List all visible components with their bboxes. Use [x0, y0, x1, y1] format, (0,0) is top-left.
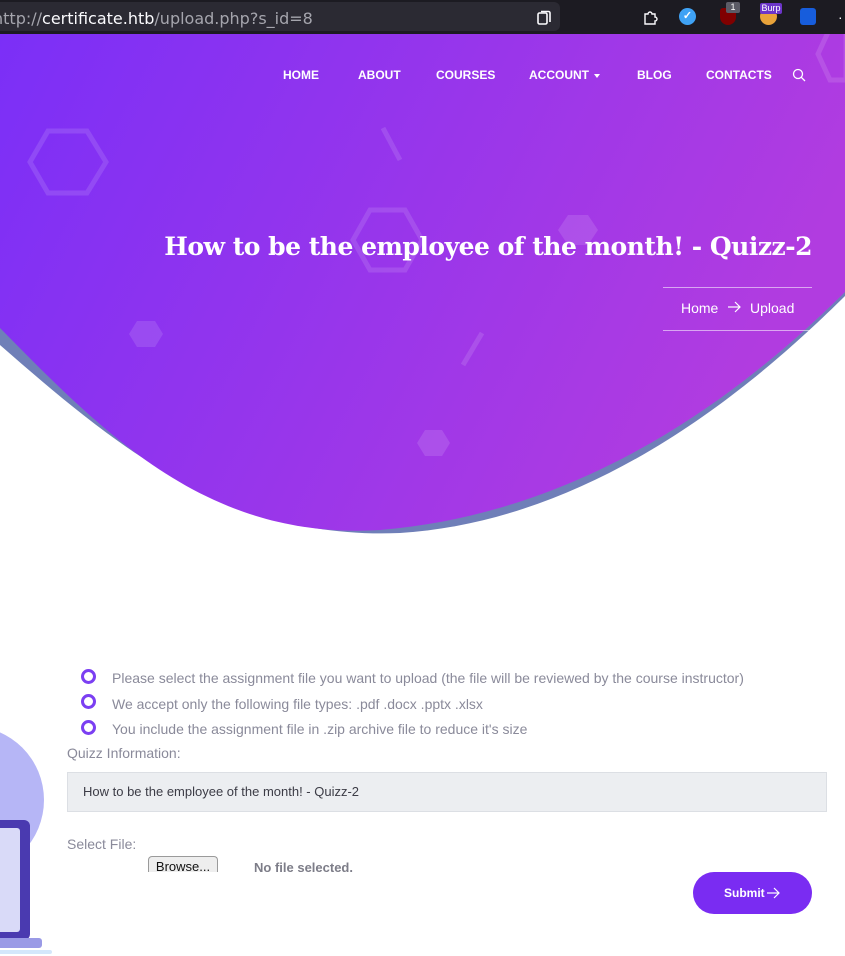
overflow-menu-icon[interactable]: · [838, 9, 843, 25]
url-text[interactable]: http://certificate.htb/upload.php?s_id=8 [0, 9, 313, 28]
submit-button[interactable]: Submit [693, 872, 812, 914]
arrow-right-icon [728, 301, 741, 313]
url-bar[interactable]: http://certificate.htb/upload.php?s_id=8 [0, 2, 560, 31]
nav-blog[interactable]: BLOG [637, 68, 672, 82]
arrow-right-icon [767, 887, 780, 899]
bullet-icon [81, 694, 96, 709]
nav-account[interactable]: ACCOUNT [529, 68, 600, 82]
vimium-icon[interactable]: ✓ [679, 8, 696, 25]
url-path: /upload.php?s_id=8 [154, 9, 313, 28]
quiz-info-field: How to be the employee of the month! - Q… [67, 772, 827, 812]
breadcrumb-divider-top [663, 287, 812, 288]
breadcrumb-home[interactable]: Home [681, 300, 718, 316]
file-status: No file selected. [254, 860, 353, 875]
nav-courses[interactable]: COURSES [436, 68, 495, 82]
url-scheme: http:// [0, 9, 43, 28]
extensions-icon[interactable] [641, 8, 659, 26]
bitwarden-icon[interactable] [800, 8, 816, 25]
main-nav: HOME ABOUT COURSES ACCOUNT BLOG CONTACTS [0, 34, 845, 114]
nav-contacts[interactable]: CONTACTS [706, 68, 772, 82]
browse-button[interactable]: Browse... [148, 856, 218, 872]
note-item: You include the assignment file in .zip … [112, 721, 528, 737]
chevron-down-icon [594, 73, 600, 78]
url-host: certificate.htb [42, 9, 155, 28]
nav-home[interactable]: HOME [283, 68, 319, 82]
breadcrumb-divider-bottom [663, 330, 812, 331]
bullet-icon [81, 720, 96, 735]
search-icon[interactable] [792, 68, 806, 82]
ublock-badge: 1 [726, 2, 740, 13]
submit-label: Submit [724, 886, 765, 900]
laptop-illustration [0, 732, 52, 954]
breadcrumb-current: Upload [750, 300, 795, 316]
select-file-label: Select File: [67, 836, 137, 852]
browser-toolbar: http://certificate.htb/upload.php?s_id=8… [0, 0, 845, 34]
page-title: How to be the employee of the month! - Q… [164, 232, 812, 261]
bullet-icon [81, 669, 96, 684]
nav-account-label: ACCOUNT [529, 68, 589, 82]
nav-about[interactable]: ABOUT [358, 68, 401, 82]
reader-view-icon[interactable] [536, 10, 552, 26]
quiz-info-label: Quizz Information: [67, 745, 181, 761]
burp-badge: Burp [760, 3, 782, 14]
note-item: Please select the assignment file you wa… [112, 670, 744, 686]
note-item: We accept only the following file types:… [112, 696, 483, 712]
